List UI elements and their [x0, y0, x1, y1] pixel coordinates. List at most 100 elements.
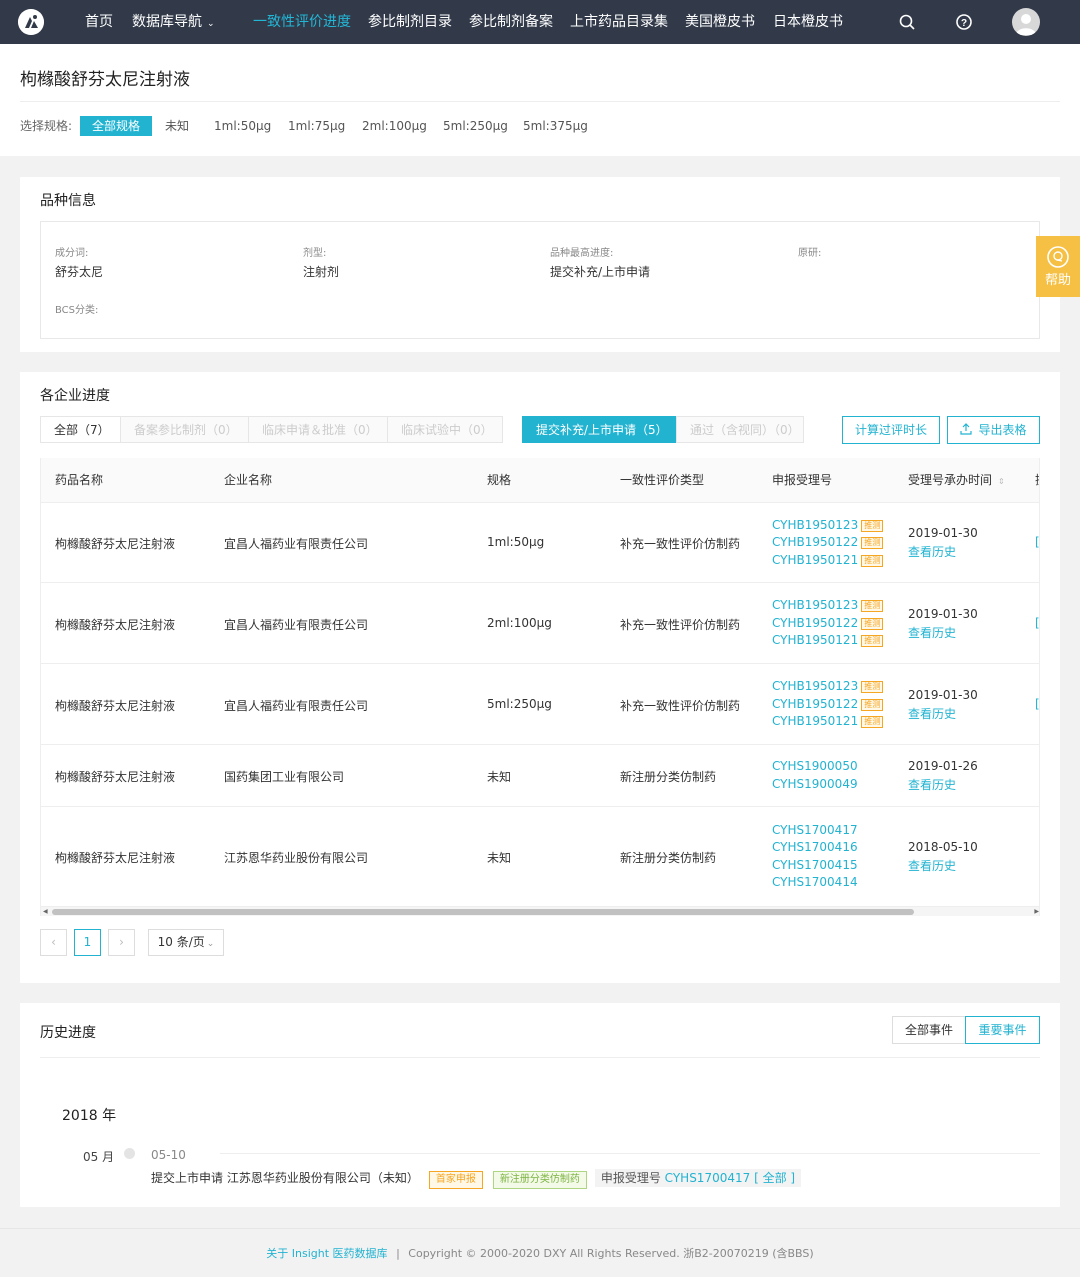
page-size-label: 10 条/页: [157, 935, 205, 949]
tab-all[interactable]: 全部（7）: [40, 416, 121, 443]
accept-code-link[interactable]: CYHS1700417: [665, 1171, 751, 1185]
export-table-button[interactable]: 导出表格: [947, 416, 1040, 444]
accept-code-link[interactable]: CYHB1950122: [772, 616, 858, 630]
accept-code-link[interactable]: CYHB1950123: [772, 679, 858, 693]
accept-code-link[interactable]: CYHS1700415: [772, 858, 858, 872]
tab-passed[interactable]: 通过（含视同）（0）: [676, 416, 804, 443]
next-page-button[interactable]: ›: [108, 929, 135, 956]
spec-option-1ml-50[interactable]: 1ml:50μg: [214, 116, 271, 136]
accept-code-link[interactable]: CYHS1700416: [772, 840, 858, 854]
accept-code-link[interactable]: CYHB1950123: [772, 518, 858, 532]
accept-date-cell: 2018-05-10: [908, 840, 978, 854]
table-row: 枸橼酸舒芬太尼注射液 江苏恩华药业股份有限公司 未知 新注册分类仿制药 CYHS1700…: [41, 807, 1039, 907]
accept-date-cell: 2019-01-30: [908, 687, 978, 702]
accept-code-link[interactable]: CYHS1900049: [772, 777, 858, 791]
nav-reference-filing[interactable]: 参比制剂备案: [469, 0, 553, 44]
divider: [20, 101, 1060, 102]
accept-code-link[interactable]: CYHS1700417: [772, 823, 858, 837]
field-bcs-label: BCS分类:: [55, 305, 99, 316]
col-accept-date-label: 受理号承办时间: [908, 473, 993, 487]
tab-clinical-application[interactable]: 临床申请＆批准（0）: [248, 416, 388, 443]
company-cell: 宜昌人福药业有限责任公司: [224, 698, 369, 713]
prev-page-button[interactable]: ‹: [40, 929, 67, 956]
table-row: 枸橼酸舒芬太尼注射液 宜昌人福药业有限责任公司 2ml:100μg 补充一致性评价仿制…: [41, 583, 1039, 664]
view-history-link[interactable]: 查看历史: [908, 543, 956, 560]
about-link[interactable]: 关于 Insight 医药数据库: [266, 1247, 387, 1260]
accept-code-link[interactable]: CYHS1700414: [772, 875, 858, 889]
variety-info-box: 成分词: 舒芬太尼 剂型: 注射剂 品种最高进度: 提交补充/上市申请 原研: …: [40, 221, 1040, 339]
all-codes-link[interactable]: [ 全部 ]: [754, 1171, 795, 1185]
horizontal-scrollbar[interactable]: ◀ ▶: [41, 907, 1039, 916]
col-action: 操: [1035, 458, 1039, 503]
accept-code-link[interactable]: CYHB1950123: [772, 598, 858, 612]
scrollbar-thumb[interactable]: [52, 909, 914, 915]
scroll-left-icon[interactable]: ◀: [43, 907, 48, 916]
nav-listed-drugs[interactable]: 上市药品目录集: [570, 0, 668, 44]
accept-date-cell: 2019-01-30: [908, 606, 978, 621]
spec-label: 选择规格:: [20, 119, 73, 133]
copyright: Copyright © 2000-2020 DXY All Rights Res…: [408, 1247, 814, 1260]
scroll-right-icon[interactable]: ▶: [1034, 907, 1039, 916]
view-history-link[interactable]: 查看历史: [908, 705, 956, 722]
nav-jp-orange-book[interactable]: 日本橙皮书: [773, 0, 843, 44]
type-badge: 新注册分类仿制药: [492, 1171, 587, 1189]
company-cell: 国药集团工业有限公司: [224, 770, 345, 784]
sort-icon[interactable]: ⇕: [998, 477, 1005, 486]
accept-code-item: CYHB1950121 推测: [772, 553, 884, 567]
help-float-button[interactable]: 帮助: [1036, 236, 1080, 297]
accept-code-link[interactable]: CYHB1950121: [772, 633, 858, 647]
accept-code-item: CYHS1900049: [772, 777, 858, 791]
spec-option-unknown[interactable]: 未知: [165, 116, 189, 136]
timeline-dot: [124, 1148, 135, 1159]
spec-option-5ml-375[interactable]: 5ml:375μg: [523, 116, 588, 136]
calc-duration-button[interactable]: 计算过评时长: [842, 416, 940, 444]
nav-consistency[interactable]: 一致性评价进度: [253, 0, 351, 44]
spec-option-all[interactable]: 全部规格: [80, 116, 153, 136]
accept-code-item: CYHB1950123 推测: [772, 598, 884, 612]
nav-home[interactable]: 首页: [85, 0, 113, 44]
company-progress-card: 各企业进度 全部（7） 备案参比制剂（0） 临床申请＆批准（0） 临床试验中（0…: [20, 372, 1060, 983]
view-history-link[interactable]: 查看历史: [908, 624, 956, 641]
page-1-button[interactable]: 1: [74, 929, 101, 956]
accept-code-item: CYHB1950123 推测: [772, 679, 884, 693]
spec-cell: 2ml:100μg: [487, 615, 552, 630]
accept-code-link[interactable]: CYHB1950122: [772, 697, 858, 711]
type-cell: 补充一致性评价仿制药: [620, 617, 741, 632]
tab-clinical-trial[interactable]: 临床试验中（0）: [387, 416, 503, 443]
tab-reference-filing[interactable]: 备案参比制剂（0）: [120, 416, 249, 443]
accept-code-item: CYHB1950121 推测: [772, 714, 884, 728]
table-row: 枸橼酸舒芬太尼注射液 宜昌人福药业有限责任公司 1ml:50μg 补充一致性评价仿制药…: [41, 503, 1039, 583]
variety-info-card: 品种信息 成分词: 舒芬太尼 剂型: 注射剂 品种最高进度: 提交补充/上市申请…: [20, 177, 1060, 352]
action-icon[interactable]: [: [1035, 535, 1039, 549]
important-events-button[interactable]: 重要事件: [965, 1016, 1040, 1044]
tab-submitted[interactable]: 提交补充/上市申请（5）: [522, 416, 677, 443]
spec-option-5ml-250[interactable]: 5ml:250μg: [443, 116, 508, 136]
nav-database[interactable]: 数据库导航 ⌄: [132, 0, 215, 44]
action-icon[interactable]: [: [1035, 616, 1039, 630]
svg-text:?: ?: [961, 18, 967, 29]
spec-option-1ml-75[interactable]: 1ml:75μg: [288, 116, 345, 136]
accept-code-link[interactable]: CYHB1950121: [772, 553, 858, 567]
spec-option-2ml-100[interactable]: 2ml:100μg: [362, 116, 427, 136]
help-circle-icon[interactable]: ?: [955, 13, 973, 31]
nav-reference-list[interactable]: 参比制剂目录: [368, 0, 452, 44]
help-chat-icon: [1047, 246, 1069, 268]
company-cell: 宜昌人福药业有限责任公司: [224, 617, 369, 632]
all-events-button[interactable]: 全部事件: [892, 1016, 966, 1044]
accept-code-link[interactable]: CYHB1950122: [772, 535, 858, 549]
search-icon[interactable]: [898, 13, 916, 31]
col-accept-date[interactable]: 受理号承办时间 ⇕: [908, 458, 1005, 504]
logo-icon[interactable]: [18, 9, 44, 35]
view-history-link[interactable]: 查看历史: [908, 857, 956, 874]
view-history-link[interactable]: 查看历史: [908, 776, 956, 793]
history-title: 历史进度: [40, 1025, 96, 1041]
divider: [40, 1057, 1040, 1058]
user-avatar-icon[interactable]: [1012, 8, 1040, 36]
page-size-select[interactable]: 10 条/页 ⌄: [148, 929, 224, 956]
action-icon[interactable]: [: [1035, 697, 1039, 711]
accept-code-link[interactable]: CYHB1950121: [772, 714, 858, 728]
table-header: 药品名称 企业名称 规格 一致性评价类型 申报受理号 受理号承办时间 ⇕ 操: [41, 458, 1039, 504]
accept-code-link[interactable]: CYHS1900050: [772, 759, 858, 773]
accept-code-item: CYHS1700415: [772, 858, 858, 872]
nav-us-orange-book[interactable]: 美国橙皮书: [685, 0, 755, 44]
